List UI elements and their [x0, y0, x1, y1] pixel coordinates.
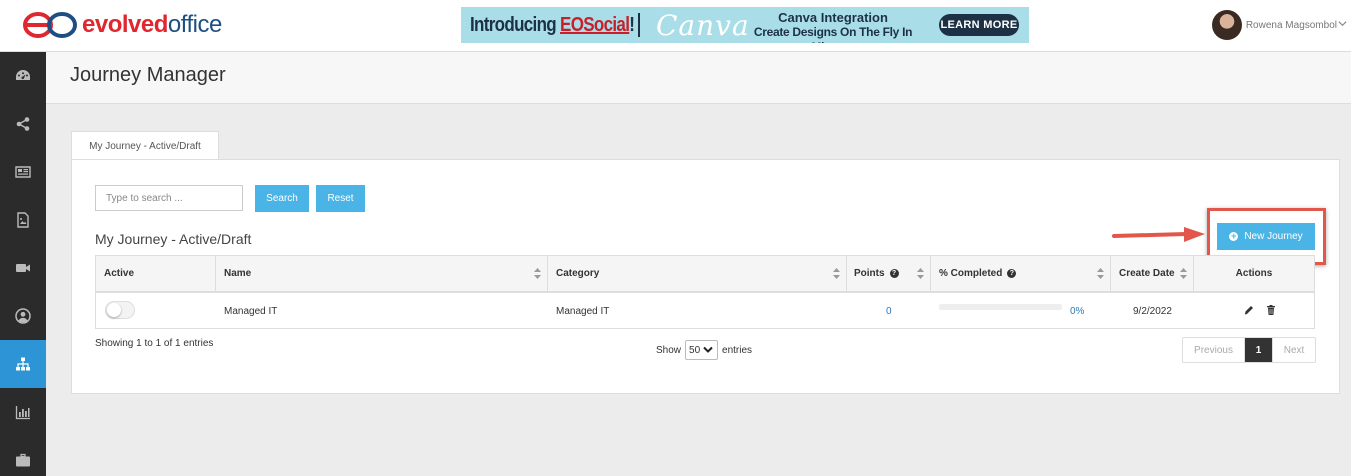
user-name[interactable]: Rowena Magsombol — [1246, 20, 1337, 31]
video-camera-icon — [16, 264, 30, 272]
section-title: My Journey - Active/Draft — [95, 231, 252, 247]
newspaper-icon — [15, 166, 31, 178]
sitemap-icon — [16, 357, 30, 371]
entries-label: entries — [722, 344, 753, 356]
column-header-completed[interactable]: % Completed? — [931, 256, 1111, 291]
reset-button[interactable]: Reset — [316, 185, 365, 212]
banner-subtitle: Create Designs On The Fly In Minutes — [753, 25, 913, 43]
new-journey-button[interactable]: + New Journey — [1217, 223, 1315, 250]
page-size-control: Show 50 entries — [656, 340, 752, 360]
pagination-page-1[interactable]: 1 — [1245, 338, 1272, 362]
cell-name: Managed IT — [224, 305, 278, 317]
sidebar-item-news[interactable] — [0, 148, 46, 196]
image-file-icon — [17, 212, 29, 228]
dashboard-icon — [16, 70, 30, 80]
column-label: % Completed — [939, 268, 1003, 279]
column-label: Name — [224, 268, 252, 279]
bar-chart-icon — [15, 406, 30, 420]
pagination: Previous 1 Next — [1182, 337, 1316, 363]
search-input[interactable] — [95, 185, 243, 211]
column-label: Category — [556, 268, 600, 279]
banner-intro-prefix: Introducing — [470, 13, 561, 36]
help-icon[interactable]: ? — [889, 269, 899, 278]
cell-points[interactable]: 0 — [886, 294, 892, 328]
toggle-knob — [107, 303, 121, 317]
page-header: Journey Manager — [46, 52, 1351, 104]
cell-completed: 0% — [1070, 305, 1085, 317]
banner-title: Canva Integration — [778, 10, 888, 25]
journey-table: Active Name Category Points? % Completed… — [95, 255, 1315, 329]
column-header-points[interactable]: Points? — [847, 256, 931, 291]
eo-logo-icon — [23, 12, 77, 38]
canva-logo: Canva — [656, 9, 750, 42]
column-header-category[interactable]: Category — [548, 256, 847, 291]
active-toggle[interactable] — [105, 301, 135, 319]
annotation-arrow-icon — [1112, 227, 1205, 242]
search-button[interactable]: Search — [255, 185, 309, 212]
sort-icon[interactable] — [1180, 268, 1187, 279]
sidebar-item-dashboard[interactable] — [0, 52, 46, 100]
column-label: Active — [104, 268, 135, 279]
trash-icon[interactable] — [1265, 304, 1277, 316]
chevron-down-icon — [703, 346, 713, 353]
new-journey-label: New Journey — [1244, 231, 1303, 242]
briefcase-icon — [16, 453, 30, 467]
tab-my-journey[interactable]: My Journey - Active/Draft — [71, 131, 219, 160]
sidebar-item-journey[interactable] — [0, 340, 46, 388]
pagination-next[interactable]: Next — [1272, 338, 1315, 362]
sort-icon[interactable] — [534, 268, 541, 279]
sidebar-item-share[interactable] — [0, 100, 46, 148]
sort-icon[interactable] — [917, 268, 924, 279]
sort-icon[interactable] — [1097, 268, 1104, 279]
column-header-create-date[interactable]: Create Date — [1111, 256, 1194, 291]
top-header: evolvedoffice Introducing EOSocial! Canv… — [0, 0, 1351, 52]
column-label: Actions — [1235, 268, 1273, 279]
help-icon[interactable]: ? — [1007, 269, 1017, 278]
logo-text-evolved: evolved — [82, 11, 168, 38]
sidebar-item-media[interactable] — [0, 196, 46, 244]
cell-category: Managed IT — [556, 305, 610, 317]
sidebar-item-video[interactable] — [0, 244, 46, 292]
banner-text: Canva Integration Create Designs On The … — [737, 10, 929, 43]
logo-text-office: office — [167, 11, 222, 38]
column-label: Create Date — [1119, 268, 1175, 279]
table-info: Showing 1 to 1 of 1 entries — [95, 338, 214, 349]
banner-intro-suffix: ! — [629, 13, 635, 36]
completion-progress-bar — [939, 304, 1062, 310]
banner-intro: Introducing EOSocial! — [470, 13, 635, 37]
page-size-value: 50 — [689, 344, 701, 356]
sort-icon[interactable] — [833, 268, 840, 279]
avatar[interactable] — [1211, 10, 1242, 40]
show-label: Show — [656, 344, 682, 356]
page-size-select[interactable]: 50 — [685, 340, 719, 360]
table-header: Active Name Category Points? % Completed… — [96, 256, 1314, 293]
learn-more-button[interactable]: LEARN MORE — [939, 14, 1019, 36]
sidebar-item-briefcase[interactable] — [0, 436, 46, 476]
sidebar-item-reports[interactable] — [0, 388, 46, 436]
banner-intro-brand: EOSocial — [560, 13, 630, 36]
user-circle-icon — [15, 308, 31, 324]
column-header-actions: Actions — [1194, 256, 1314, 291]
pagination-previous[interactable]: Previous — [1183, 338, 1245, 362]
sidebar-item-users[interactable] — [0, 292, 46, 340]
promo-banner[interactable]: Introducing EOSocial! Canva Canva Integr… — [461, 7, 1029, 43]
share-icon — [16, 117, 30, 131]
column-header-active[interactable]: Active — [96, 256, 216, 291]
evolvedoffice-logo[interactable]: evolvedoffice — [20, 10, 222, 40]
column-label: Points — [854, 268, 885, 279]
user-menu[interactable]: Rowena Magsombol — [1211, 10, 1347, 40]
column-header-name[interactable]: Name — [216, 256, 548, 291]
banner-divider — [638, 13, 640, 37]
pencil-icon[interactable] — [1243, 304, 1255, 316]
sidebar — [0, 52, 46, 476]
plus-circle-icon: + — [1229, 231, 1239, 241]
cell-create-date: 9/2/2022 — [1133, 305, 1172, 317]
chevron-down-icon[interactable] — [1338, 19, 1347, 31]
page-title: Journey Manager — [70, 64, 226, 86]
